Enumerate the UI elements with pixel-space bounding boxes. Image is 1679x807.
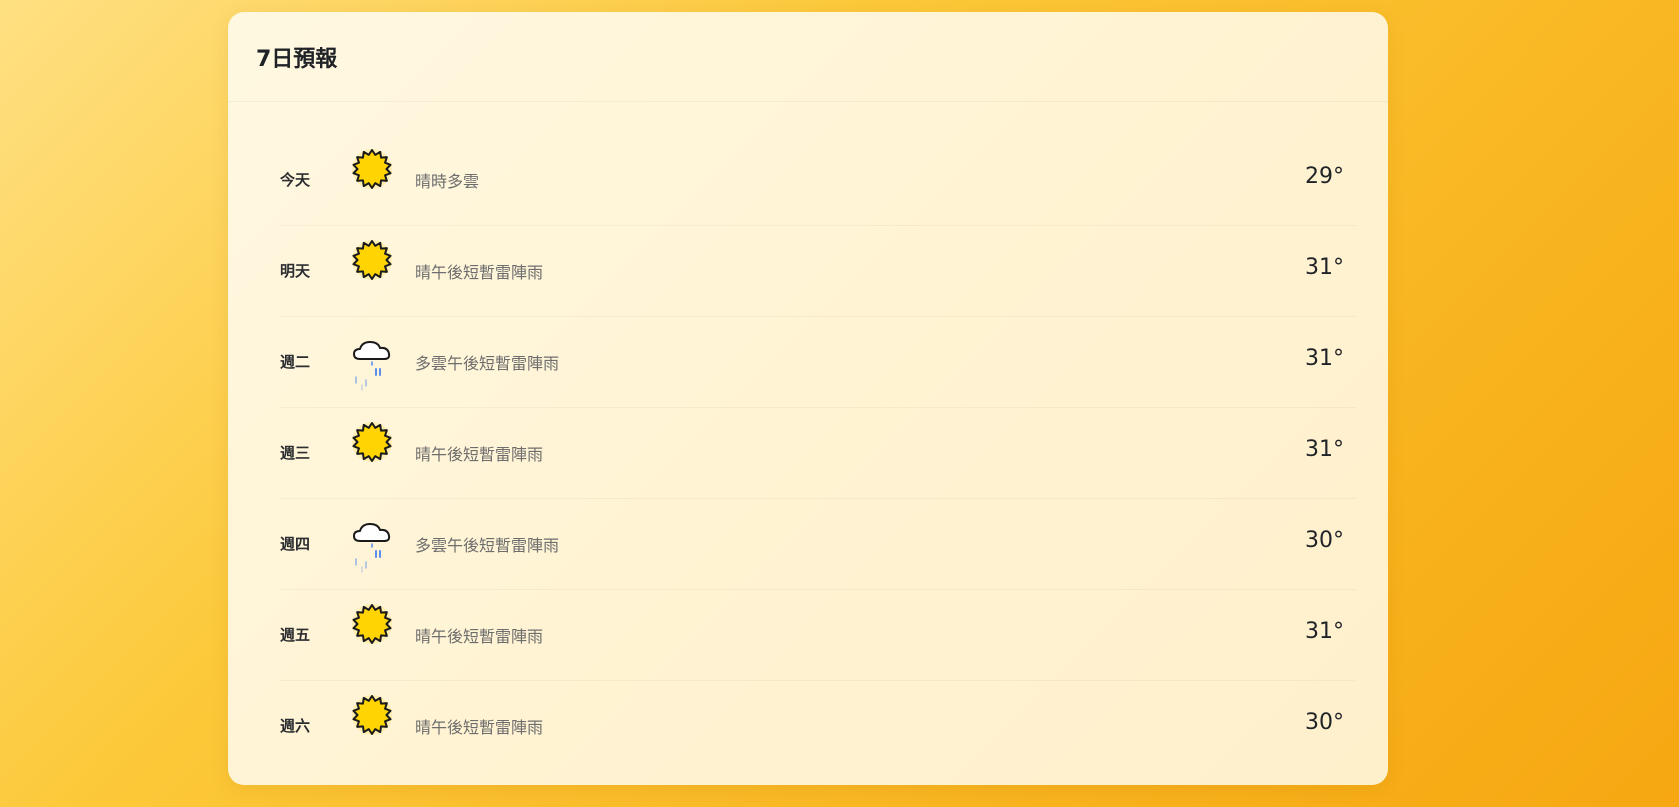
sun-icon <box>350 693 394 737</box>
forecast-row: 明天 晴午後短暫雷陣雨 31° <box>280 226 1356 317</box>
forecast-list: 今天 晴時多雲 29° 明天 晴午後短暫雷陣雨 31° 週二 多雲午後短暫雷陣雨… <box>228 102 1388 772</box>
temperature: 31° <box>1305 619 1344 644</box>
forecast-row: 週四 多雲午後短暫雷陣雨 30° <box>280 499 1356 590</box>
sun-icon <box>350 238 394 282</box>
day-label: 週六 <box>280 717 311 735</box>
cloud-rain-icon <box>350 329 394 399</box>
temperature: 30° <box>1305 710 1344 735</box>
forecast-card: 7日預報 今天 晴時多雲 29° 明天 晴午後短暫雷陣雨 31° 週二 多雲午後… <box>228 12 1388 785</box>
temperature: 31° <box>1305 255 1344 280</box>
sun-icon <box>350 420 394 464</box>
weather-description: 晴午後短暫雷陣雨 <box>415 718 544 737</box>
temperature: 30° <box>1305 528 1344 553</box>
weather-description: 晴時多雲 <box>415 172 480 191</box>
temperature: 31° <box>1305 437 1344 462</box>
weather-description: 晴午後短暫雷陣雨 <box>415 263 544 282</box>
sun-icon <box>350 147 394 191</box>
forecast-header: 7日預報 <box>228 12 1388 102</box>
temperature: 29° <box>1305 164 1344 189</box>
forecast-row: 週五 晴午後短暫雷陣雨 31° <box>280 590 1356 681</box>
day-label: 週四 <box>280 535 311 553</box>
weather-description: 多雲午後短暫雷陣雨 <box>415 536 560 555</box>
day-label: 今天 <box>280 171 311 189</box>
forecast-row: 週二 多雲午後短暫雷陣雨 31° <box>280 317 1356 408</box>
weather-description: 多雲午後短暫雷陣雨 <box>415 354 560 373</box>
day-label: 週三 <box>280 444 311 462</box>
forecast-row: 週三 晴午後短暫雷陣雨 31° <box>280 408 1356 499</box>
cloud-rain-icon <box>350 511 394 581</box>
weather-description: 晴午後短暫雷陣雨 <box>415 627 544 646</box>
temperature: 31° <box>1305 346 1344 371</box>
weather-description: 晴午後短暫雷陣雨 <box>415 445 544 464</box>
forecast-row: 週六 晴午後短暫雷陣雨 30° <box>280 681 1356 772</box>
forecast-row: 今天 晴時多雲 29° <box>280 135 1356 226</box>
day-label: 週五 <box>280 626 311 644</box>
sun-icon <box>350 602 394 646</box>
day-label: 週二 <box>280 353 311 371</box>
day-label: 明天 <box>280 262 311 280</box>
forecast-title: 7日預報 <box>256 46 338 72</box>
